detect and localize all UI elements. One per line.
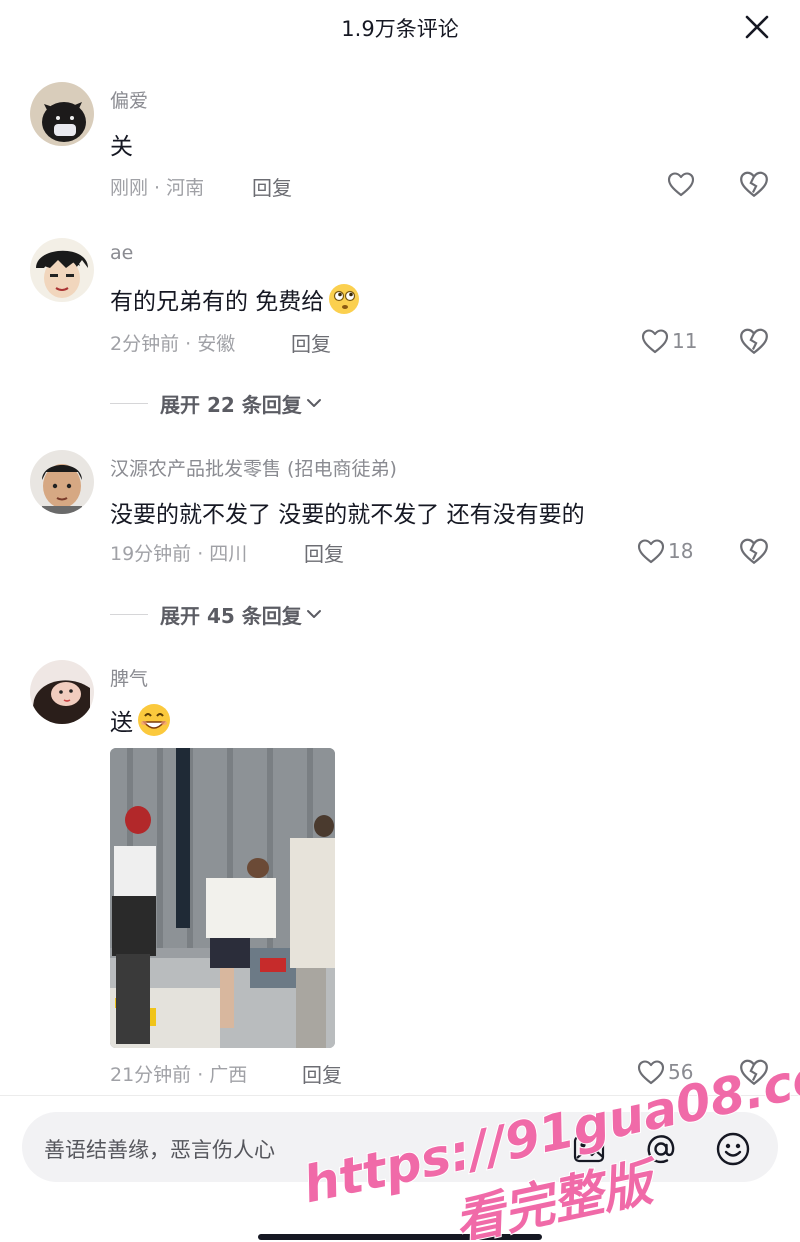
expand-replies-button[interactable]: 展开 22 条回复 bbox=[110, 388, 324, 418]
comment-item: 汉源农产品批发零售 (招电商徒弟) 没要的就不发了 没要的就不发了 还有没有要的… bbox=[0, 450, 800, 640]
comment-username[interactable]: 汉源农产品批发零售 (招电商徒弟) bbox=[110, 454, 397, 481]
avatar[interactable] bbox=[30, 238, 94, 302]
grin-emoji-icon bbox=[138, 704, 170, 736]
comment-text: 关 bbox=[110, 134, 133, 160]
comment-item: ae 有的兄弟有的 免费给 2分钟前 · 安徽 回复 11 展开 22 条回复 bbox=[0, 238, 800, 428]
image-icon[interactable] bbox=[570, 1130, 608, 1168]
divider bbox=[110, 613, 148, 615]
heart-icon bbox=[637, 1060, 665, 1085]
comment-count-title: 1.9万条评论 bbox=[341, 17, 459, 41]
avatar[interactable] bbox=[30, 82, 94, 146]
comment-username[interactable]: 偏爱 bbox=[110, 86, 148, 113]
expand-replies-label: 展开 22 条回复 bbox=[160, 392, 302, 417]
like-count: 18 bbox=[668, 539, 694, 563]
reply-button[interactable]: 回复 bbox=[291, 328, 331, 357]
comment-text-row: 送 bbox=[110, 702, 172, 738]
chevron-down-icon bbox=[306, 610, 321, 618]
comment-image-attachment[interactable] bbox=[110, 748, 335, 1048]
avatar[interactable] bbox=[30, 450, 94, 514]
expand-replies-label: 展开 45 条回复 bbox=[160, 603, 302, 628]
like-count: 11 bbox=[672, 329, 698, 353]
broken-heart-icon[interactable] bbox=[738, 325, 770, 357]
comment-item: 偏爱 关 刚刚 · 河南 回复 bbox=[0, 82, 800, 212]
comment-meta: 21分钟前 · 广西 bbox=[110, 1064, 248, 1086]
divider bbox=[110, 402, 148, 404]
broken-heart-icon[interactable] bbox=[738, 1056, 770, 1088]
emoji-icon[interactable] bbox=[714, 1130, 752, 1168]
comment-meta: 19分钟前 · 四川 bbox=[110, 543, 248, 565]
avatar[interactable] bbox=[30, 660, 94, 724]
broken-heart-icon[interactable] bbox=[738, 168, 770, 200]
like-count: 56 bbox=[668, 1060, 694, 1084]
reply-button[interactable]: 回复 bbox=[302, 1059, 342, 1088]
comment-username[interactable]: 脾气 bbox=[110, 664, 148, 691]
expand-replies-button[interactable]: 展开 45 条回复 bbox=[110, 599, 324, 629]
heart-icon bbox=[637, 539, 665, 564]
like-button[interactable]: 11 bbox=[640, 325, 697, 357]
close-icon[interactable] bbox=[740, 10, 774, 44]
like-button[interactable]: 18 bbox=[636, 535, 693, 567]
comment-text: 有的兄弟有的 免费给 bbox=[110, 289, 325, 315]
reply-button[interactable]: 回复 bbox=[304, 538, 344, 567]
heart-icon bbox=[641, 329, 669, 354]
chevron-down-icon bbox=[306, 399, 321, 407]
heart-icon bbox=[667, 172, 695, 197]
home-indicator bbox=[258, 1234, 542, 1240]
comments-header: 1.9万条评论 bbox=[0, 0, 800, 56]
comment-text: 没要的就不发了 没要的就不发了 还有没有要的 bbox=[110, 502, 585, 528]
comment-username[interactable]: ae bbox=[110, 242, 133, 264]
reply-button[interactable]: 回复 bbox=[252, 172, 292, 201]
comment-meta: 2分钟前 · 安徽 bbox=[110, 333, 236, 355]
comment-input-bar: 善语结善缘，恶言伤人心 bbox=[0, 1095, 800, 1242]
thinking-emoji-icon bbox=[329, 284, 360, 314]
comment-text: 送 bbox=[110, 710, 133, 736]
comment-input-placeholder: 善语结善缘，恶言伤人心 bbox=[44, 1138, 275, 1162]
like-button[interactable]: 56 bbox=[636, 1056, 693, 1088]
comment-text-row: 有的兄弟有的 免费给 bbox=[110, 282, 361, 316]
comment-input[interactable]: 善语结善缘，恶言伤人心 bbox=[22, 1112, 778, 1182]
at-icon[interactable] bbox=[642, 1130, 680, 1168]
broken-heart-icon[interactable] bbox=[738, 535, 770, 567]
comment-meta: 刚刚 · 河南 bbox=[110, 177, 205, 199]
like-button[interactable] bbox=[666, 168, 698, 200]
